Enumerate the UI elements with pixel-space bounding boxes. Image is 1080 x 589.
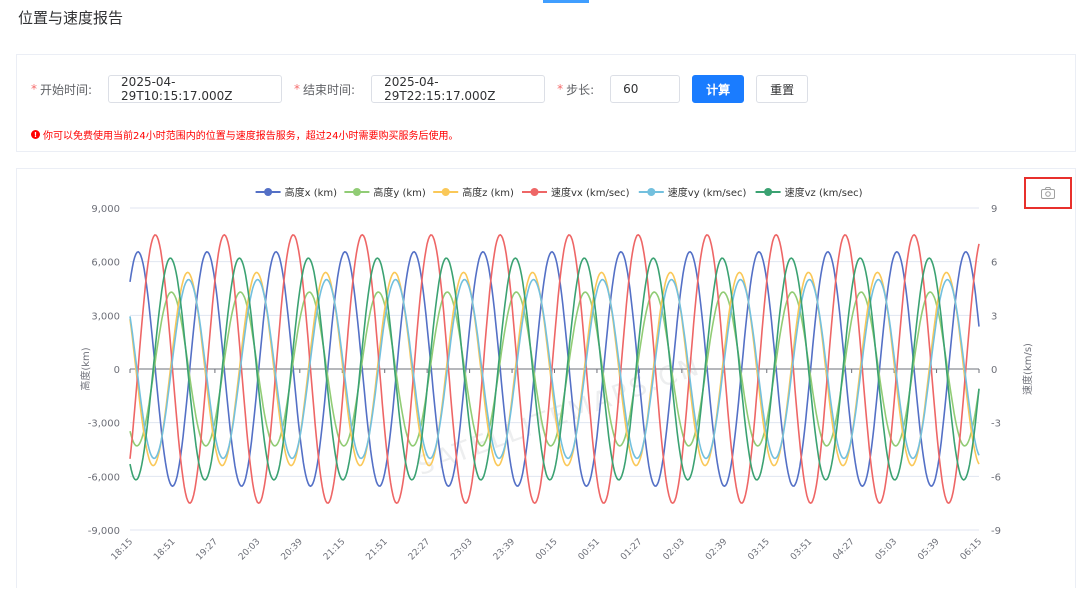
x-tick-label: 03:15	[746, 537, 771, 562]
y-tick-label-right: -3	[991, 419, 1001, 430]
legend-label: 速度vx (km/sec)	[551, 186, 630, 199]
legend-label: 高度z (km)	[462, 186, 514, 199]
x-tick-label: 23:39	[492, 537, 518, 563]
x-tick-label: 19:27	[195, 537, 220, 562]
chart-card: 9,000 6,000 3,000 0 -3,000 -6,000 -9,000 9 6 3 0 -3…	[16, 168, 1076, 588]
legend-marker	[530, 188, 539, 196]
legend-label: 速度vz (km/sec)	[785, 186, 863, 199]
legend-marker	[264, 188, 273, 196]
y-tick-label-right: 0	[991, 365, 997, 376]
x-tick-label: 23:03	[449, 537, 474, 562]
query-form: * 开始时间: 2025-04-29T10:15:17.000Z * 结束时间:…	[16, 54, 1076, 152]
x-tick-label: 01:27	[619, 537, 644, 562]
y-tick-label-left: -3,000	[88, 419, 120, 430]
legend-marker	[441, 188, 450, 196]
x-tick-label: 05:39	[916, 537, 942, 563]
start-time-input[interactable]: 2025-04-29T10:15:17.000Z	[108, 75, 283, 103]
snapshot-button[interactable]	[1024, 177, 1072, 209]
required-mark: *	[294, 82, 301, 96]
legend-marker	[764, 188, 773, 196]
page-title: 位置与速度报告	[18, 9, 124, 27]
y-tick-label-right: 3	[991, 311, 997, 322]
camera-icon	[1041, 187, 1055, 199]
y-tick-label-right: 6	[991, 258, 997, 269]
y-tick-label-left: 3,000	[91, 311, 120, 322]
warning-icon: !	[31, 130, 40, 139]
required-mark: *	[557, 82, 564, 96]
x-tick-label: 05:03	[874, 537, 899, 562]
x-tick-label: 18:15	[110, 537, 135, 562]
end-time-label: 结束时间:	[303, 82, 356, 97]
y-tick-label-left: 6,000	[91, 258, 120, 269]
notice-text: ! 你可以免费使用当前24小时范围内的位置与速度报告服务，超过24小时需要购买服…	[31, 127, 458, 142]
reset-button[interactable]: 重置	[756, 75, 809, 103]
x-tick-label: 20:39	[280, 537, 306, 563]
x-tick-label: 21:51	[364, 537, 389, 562]
y-tick-label-left: -6,000	[88, 472, 120, 483]
x-tick-label: 21:15	[322, 537, 347, 562]
x-tick-label: 20:03	[237, 537, 262, 562]
y-tick-label-left: 0	[114, 365, 120, 376]
y-tick-label-left: -9,000	[88, 526, 120, 537]
y-tick-label-right: -6	[991, 472, 1001, 483]
y-axis-title-right: 速度(km/s)	[1021, 343, 1034, 395]
y-tick-label-left: 9,000	[91, 204, 120, 215]
x-tick-label: 00:51	[577, 537, 602, 562]
y-tick-label-right: 9	[991, 204, 997, 215]
legend-label: 速度vy (km/sec)	[668, 186, 747, 199]
y-tick-label-right: -9	[991, 526, 1001, 537]
legend-marker	[647, 188, 656, 196]
end-time-input[interactable]: 2025-04-29T22:15:17.000Z	[371, 75, 546, 103]
x-tick-label: 02:03	[662, 537, 687, 562]
notice-message: 你可以免费使用当前24小时范围内的位置与速度报告服务，超过24小时需要购买服务后…	[43, 131, 459, 142]
x-tick-label: 02:39	[704, 537, 730, 563]
legend-label: 高度y (km)	[373, 186, 426, 199]
legend-marker	[352, 188, 361, 196]
y-axis-title-left: 高度(km)	[79, 347, 92, 390]
step-label: 步长:	[566, 82, 595, 97]
x-tick-label: 22:27	[407, 537, 432, 562]
form-row: * 开始时间: 2025-04-29T10:15:17.000Z * 结束时间:…	[31, 74, 820, 104]
x-tick-label: 04:27	[831, 537, 856, 562]
calculate-button[interactable]: 计算	[692, 75, 745, 103]
x-tick-label: 06:15	[959, 537, 984, 562]
legend-label: 高度x (km)	[285, 186, 338, 199]
position-velocity-chart: 9,000 6,000 3,000 0 -3,000 -6,000 -9,000 9 6 3 0 -3…	[79, 186, 1034, 563]
top-nav-accent	[543, 0, 589, 3]
x-tick-label: 03:51	[789, 537, 814, 562]
x-tick-label: 18:51	[152, 537, 177, 562]
required-mark: *	[31, 82, 37, 96]
x-tick-label: 00:15	[534, 537, 559, 562]
step-input[interactable]: 60	[610, 75, 681, 103]
start-time-label: 开始时间:	[40, 82, 93, 97]
